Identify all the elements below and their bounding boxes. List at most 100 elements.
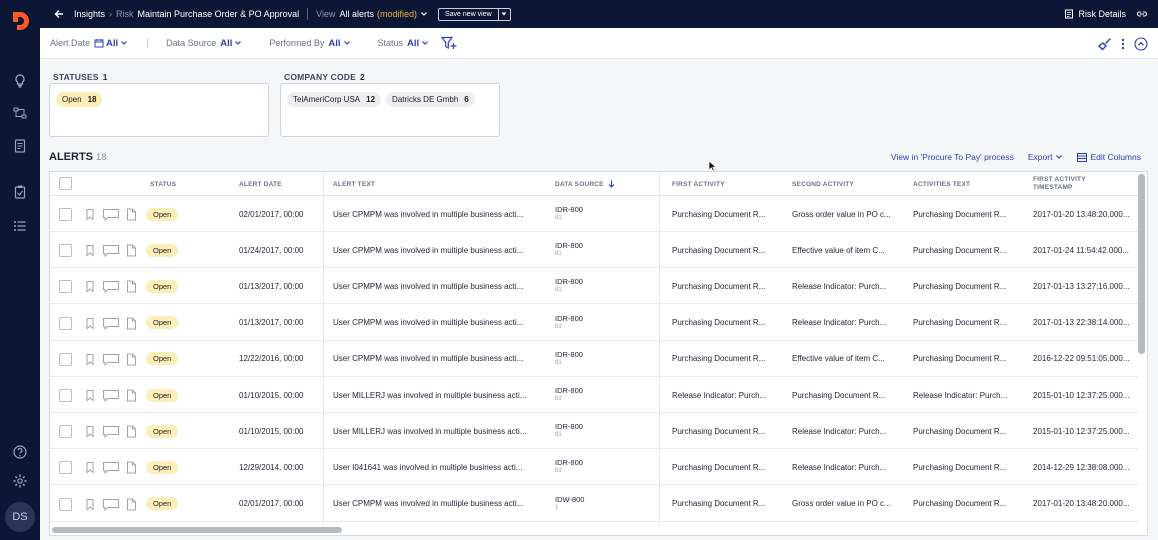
header-alert-date[interactable]: ALERT DATE	[239, 172, 282, 196]
breadcrumb-risk[interactable]: Risk	[116, 9, 134, 19]
filter-data-source[interactable]: Data Source All	[166, 38, 242, 49]
view-selector[interactable]: All alerts	[339, 9, 374, 19]
note-icon[interactable]	[125, 353, 137, 366]
lightbulb-icon[interactable]	[12, 73, 28, 89]
collapse-up-icon[interactable]	[1134, 36, 1148, 51]
bookmark-icon[interactable]	[84, 317, 96, 330]
comment-icon[interactable]	[102, 389, 120, 402]
process-flow-icon[interactable]	[12, 105, 28, 121]
settings-gear-icon[interactable]	[12, 473, 28, 489]
note-icon[interactable]	[125, 425, 137, 438]
bookmark-icon[interactable]	[84, 208, 96, 221]
table-row[interactable]: Open 01/10/2015, 00:00 User MILLERJ was …	[50, 377, 1138, 413]
second-activity-cell: Gross order value in PO c...	[792, 209, 891, 219]
table-row[interactable]: Open 01/24/2017, 00:00 User CPMPM was in…	[50, 232, 1138, 269]
row-checkbox[interactable]	[59, 352, 72, 366]
alert-text-cell[interactable]: User CPMPM was involved in multiple busi…	[333, 232, 538, 268]
list-icon[interactable]	[12, 218, 28, 234]
row-checkbox[interactable]	[59, 425, 72, 439]
row-checkbox[interactable]	[59, 244, 72, 258]
bookmark-icon[interactable]	[84, 280, 96, 293]
comment-icon[interactable]	[102, 244, 120, 258]
alert-text-cell[interactable]: User I041641 was involved in multiple bu…	[333, 449, 538, 485]
company-chip[interactable]: TelAmeriCorp USA 12	[287, 92, 382, 107]
document-icon[interactable]	[12, 138, 28, 154]
table-row[interactable]: Open 12/29/2014, 00:00 User I041641 was …	[50, 449, 1138, 486]
bookmark-icon[interactable]	[84, 498, 96, 511]
comment-icon[interactable]	[102, 353, 120, 366]
row-checkbox[interactable]	[59, 497, 72, 511]
note-icon[interactable]	[125, 208, 137, 221]
table-row[interactable]: Open 12/22/2016, 00:00 User CPMPM was in…	[50, 341, 1138, 377]
header-first-activity[interactable]: FIRST ACTIVITY	[672, 172, 725, 196]
table-row[interactable]: Open 01/13/2017, 00:00 User CPMPM was in…	[50, 268, 1138, 305]
comment-icon[interactable]	[102, 498, 120, 511]
header-second-activity[interactable]: SECOND ACTIVITY	[792, 172, 854, 196]
alert-text-cell[interactable]: User CPMPM was involved in multiple busi…	[333, 486, 538, 522]
alert-text-cell[interactable]: User CPMPM was involved in multiple busi…	[333, 341, 538, 377]
table-row[interactable]: Open 02/01/2017, 00:00 User CPMPM was in…	[50, 486, 1138, 522]
clipboard-check-icon[interactable]	[12, 184, 28, 200]
more-vertical-icon[interactable]	[1121, 38, 1125, 50]
note-icon[interactable]	[125, 389, 137, 402]
header-data-source[interactable]: DATA SOURCE	[555, 172, 615, 196]
user-avatar[interactable]: DS	[5, 502, 35, 532]
bookmark-icon[interactable]	[84, 461, 96, 474]
filter-status[interactable]: Status All	[378, 38, 430, 49]
vertical-scrollbar[interactable]	[1138, 174, 1145, 354]
app-logo-icon[interactable]	[9, 10, 31, 32]
comment-icon[interactable]	[102, 461, 120, 475]
status-chip-open[interactable]: Open 18	[56, 92, 103, 107]
alert-text-cell[interactable]: User CPMPM was involved in multiple busi…	[333, 305, 538, 341]
filter-performed-by[interactable]: Performed By All	[269, 38, 350, 49]
alert-text-cell[interactable]: User MILLERJ was involved in multiple bu…	[333, 377, 538, 413]
chevron-down-icon[interactable]	[420, 10, 428, 18]
document-icon	[1065, 9, 1074, 19]
data-source-id: IDR-800	[555, 458, 583, 468]
row-checkbox[interactable]	[59, 280, 72, 294]
table-row[interactable]: Open 02/01/2017, 00:00 User CPMPM was in…	[50, 196, 1138, 232]
note-icon[interactable]	[125, 244, 137, 257]
filter-alert-date[interactable]: Alert Date All	[50, 38, 128, 49]
edit-columns-button[interactable]: Edit Columns	[1077, 152, 1141, 162]
row-checkbox[interactable]	[59, 208, 72, 221]
comment-icon[interactable]	[102, 425, 120, 439]
broom-clear-icon[interactable]	[1098, 37, 1112, 51]
save-view-dropdown[interactable]	[497, 8, 510, 20]
risk-details-button[interactable]: Risk Details	[1064, 9, 1126, 19]
header-status[interactable]: STATUS	[150, 172, 176, 196]
back-arrow-icon[interactable]	[53, 8, 65, 20]
add-filter-icon[interactable]	[441, 36, 457, 50]
note-icon[interactable]	[125, 498, 137, 511]
header-first-activity-timestamp[interactable]: FIRST ACTIVITY TIMESTAMP	[1033, 172, 1086, 196]
header-alert-text[interactable]: ALERT TEXT	[333, 172, 375, 196]
bookmark-icon[interactable]	[84, 425, 96, 438]
bookmark-icon[interactable]	[84, 389, 96, 402]
save-new-view-button[interactable]: Save new view	[438, 7, 511, 21]
table-row[interactable]: Open 01/13/2017, 00:00 User CPMPM was in…	[50, 305, 1138, 341]
comment-icon[interactable]	[102, 208, 120, 221]
link-icon[interactable]	[1136, 8, 1148, 20]
row-checkbox[interactable]	[59, 461, 72, 475]
row-checkbox[interactable]	[59, 316, 72, 330]
view-in-process-link[interactable]: View in 'Procure To Pay' process	[891, 152, 1014, 162]
horizontal-scrollbar[interactable]	[52, 527, 342, 533]
alert-text-cell[interactable]: User MILLERJ was involved in multiple bu…	[333, 413, 538, 449]
company-chip[interactable]: Datricks DE Gmbh 6	[386, 92, 475, 107]
note-icon[interactable]	[125, 280, 137, 293]
breadcrumb-insights[interactable]: Insights	[74, 9, 105, 19]
note-icon[interactable]	[125, 317, 137, 330]
select-all-checkbox[interactable]	[59, 177, 72, 190]
alert-text-cell[interactable]: User CPMPM was involved in multiple busi…	[333, 196, 538, 232]
table-row[interactable]: Open 01/10/2015, 00:00 User MILLERJ was …	[50, 413, 1138, 450]
header-activities-text[interactable]: ACTIVITIES TEXT	[913, 172, 970, 196]
help-icon[interactable]	[12, 444, 28, 460]
note-icon[interactable]	[125, 461, 137, 474]
row-checkbox[interactable]	[59, 389, 72, 402]
bookmark-icon[interactable]	[84, 244, 96, 257]
comment-icon[interactable]	[102, 317, 120, 330]
alert-text-cell[interactable]: User CPMPM was involved in multiple busi…	[333, 268, 538, 304]
bookmark-icon[interactable]	[84, 353, 96, 366]
comment-icon[interactable]	[102, 280, 120, 294]
export-dropdown[interactable]: Export	[1028, 152, 1064, 162]
